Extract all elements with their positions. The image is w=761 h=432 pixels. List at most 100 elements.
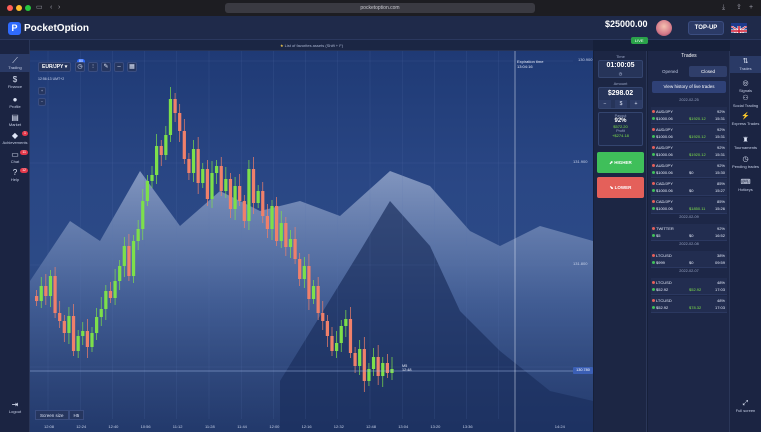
amount-increase-button[interactable]: + xyxy=(630,100,642,108)
direction-icon xyxy=(652,254,655,257)
balance-amount: $25000.00 xyxy=(605,19,648,29)
view-history-button[interactable]: View history of live trades xyxy=(652,81,726,93)
time-tick: 12:16 xyxy=(302,424,313,429)
candle xyxy=(265,216,269,229)
trade-percent: 85% xyxy=(716,181,725,186)
screen-size-label: Screen size xyxy=(35,410,69,420)
cart-icon: ▤ xyxy=(11,113,19,122)
account-balance[interactable]: $25000.00 LIVE xyxy=(605,19,648,47)
sidebar-toggle-icon[interactable]: ▭ xyxy=(36,3,43,13)
rnav-full-screen[interactable]: ⤢ Full screen xyxy=(730,400,761,413)
chat-badge: 11 xyxy=(20,150,28,155)
trade-payout: $1920.12 xyxy=(689,116,706,121)
brand-name: PocketOption xyxy=(24,22,90,34)
candle xyxy=(141,201,145,229)
trade-row[interactable]: CAD/JPY 85% $1000.06 $1850.11 15:26 xyxy=(651,197,727,214)
maximize-window-icon[interactable] xyxy=(25,5,31,11)
amount-label: Amount xyxy=(613,81,628,86)
avatar[interactable] xyxy=(656,20,672,36)
trade-row[interactable]: CAD/JPY 85% $1000.06 $0 15:27 xyxy=(651,179,727,196)
candle xyxy=(256,191,260,203)
rnav-hotkeys[interactable]: ⌨ Hotkeys xyxy=(730,179,761,192)
draw-button[interactable]: ✎ xyxy=(101,62,111,72)
rnav-label: Trades xyxy=(739,66,752,71)
nav-label: Logout xyxy=(8,409,22,414)
higher-button[interactable]: ⬈ HIGHER xyxy=(597,152,644,173)
trade-row[interactable]: AUD/JPY 92% $1000.06 $1920.12 15:31 xyxy=(651,125,727,142)
rnav-signals[interactable]: ◎ Signals xyxy=(730,80,761,93)
nav-help[interactable]: ? Help 12 xyxy=(0,168,30,182)
trade-panel: Time 01:00:05 ◷ Amount $298.02 − $ + Pay… xyxy=(594,51,647,432)
language-flag-icon[interactable] xyxy=(731,23,747,33)
trade-row[interactable]: AUD/JPY 92% $1000.06 $1920.12 15:31 xyxy=(651,143,727,160)
zoom-out-button[interactable]: − xyxy=(38,98,46,106)
trade-row[interactable]: AUD/JPY 92% $1000.06 $0 15:30 xyxy=(651,161,727,178)
candle xyxy=(35,296,39,301)
result-icon xyxy=(652,117,655,120)
nav-chat[interactable]: ▭ Chat 11 xyxy=(0,150,30,164)
candle xyxy=(136,229,140,241)
trade-row[interactable]: LTCUSD 38% $999 $0 09:59 xyxy=(651,251,727,268)
nav-trading[interactable]: ⟋ Trading xyxy=(0,54,30,72)
direction-icon xyxy=(652,281,655,284)
close-window-icon[interactable] xyxy=(7,5,13,11)
trade-row[interactable]: LTCUSD 48% $52.92 $78.32 17:03 xyxy=(651,296,727,313)
layout-button[interactable]: ▦ xyxy=(127,62,137,72)
candle xyxy=(62,321,66,333)
share-icon[interactable]: ⇪ xyxy=(736,3,742,13)
indicators-button[interactable]: ⫶ xyxy=(88,62,98,72)
tab-closed[interactable]: Closed xyxy=(689,66,727,77)
screen-size-value[interactable]: H5 xyxy=(68,410,85,420)
trade-pair: AUD/JPY xyxy=(656,109,673,114)
topup-button[interactable]: TOP-UP xyxy=(688,21,724,35)
rnav-express-trades[interactable]: ⚡ Express Trades xyxy=(730,113,761,126)
trade-investment: $1000.06 xyxy=(656,188,673,193)
back-arrow-icon[interactable]: ‹ xyxy=(50,3,52,13)
nav-finance[interactable]: $ Finance xyxy=(0,75,30,89)
lower-button[interactable]: ⬊ LOWER xyxy=(597,177,644,198)
favorites-bar[interactable]: ★ List of favorites assets (Shift + F) xyxy=(30,40,593,51)
timer-icon[interactable]: ◷ xyxy=(599,71,642,77)
timeframe-button[interactable]: ◷ xyxy=(75,62,85,72)
nav-logout[interactable]: ⇥ Logout xyxy=(0,400,30,414)
nav-market[interactable]: ▤ Market xyxy=(0,113,30,127)
top-bar: P PocketOption $25000.00 LIVE TOP-UP xyxy=(0,16,761,44)
time-tick: 12:00 xyxy=(269,424,280,429)
trade-pair: LTCUSD xyxy=(656,280,672,285)
pair-selector[interactable]: EUR/JPY ▾ xyxy=(38,62,71,72)
forward-arrow-icon[interactable]: › xyxy=(58,3,60,13)
rnav-trades[interactable]: ⇅ Trades xyxy=(730,56,761,73)
new-tab-icon[interactable]: + xyxy=(749,3,753,13)
currency-icon[interactable]: $ xyxy=(615,100,627,108)
nav-profile[interactable]: ● Profile xyxy=(0,95,30,109)
time-input[interactable]: 01:00:05 ◷ xyxy=(598,60,643,78)
price-chart[interactable]: 12:08 12:24 12:40 10:56 11:12 11:28 11:44 12:00… xyxy=(30,51,593,432)
chart-icon: ⟋ xyxy=(12,56,18,65)
url-bar[interactable]: pocketoption.com xyxy=(225,3,535,13)
rnav-pending-trades[interactable]: ◷ Pending trades xyxy=(730,156,761,169)
candle xyxy=(311,286,316,299)
rnav-social-trading[interactable]: ⚇ Social Trading xyxy=(730,95,761,108)
candle xyxy=(275,206,279,241)
amount-decrease-button[interactable]: − xyxy=(599,100,611,108)
trade-row[interactable]: LTCUSD 48% $52.92 $52.92 17:03 xyxy=(651,278,727,295)
trade-row[interactable]: TWITTER 92% $5 $0 16:52 xyxy=(651,224,727,241)
brand-logo[interactable]: P PocketOption xyxy=(8,21,89,35)
time-tick: 10:56 xyxy=(141,424,152,429)
favorites-hint: List of favorites assets (Shift + F) xyxy=(284,43,344,48)
tab-opened[interactable]: Opened xyxy=(651,66,689,77)
rnav-tournaments[interactable]: ♜ Tournaments xyxy=(730,137,761,150)
zoom-in-button[interactable]: + xyxy=(38,87,46,95)
download-icon[interactable]: ⤓ xyxy=(722,3,725,13)
trade-row[interactable]: AUD/JPY 92% $1000.06 $1920.12 15:31 xyxy=(651,107,727,124)
trade-payout: $1850.11 xyxy=(689,206,706,211)
amount-input[interactable]: $298.02 − $ + xyxy=(598,87,643,109)
candlestick-chart[interactable]: 12:08 12:24 12:40 10:56 11:12 11:28 11:44 12:00… xyxy=(30,51,593,432)
nav-achievements[interactable]: ◆ Achievements 1 xyxy=(0,131,30,145)
trade-pair: LTCUSD xyxy=(656,298,672,303)
trade-investment: $1000.06 xyxy=(656,152,673,157)
chart-type-button[interactable]: – xyxy=(114,62,124,72)
minimize-window-icon[interactable] xyxy=(16,5,22,11)
screen-size-control[interactable]: Screen size H5 xyxy=(35,410,85,420)
candle xyxy=(293,239,297,259)
